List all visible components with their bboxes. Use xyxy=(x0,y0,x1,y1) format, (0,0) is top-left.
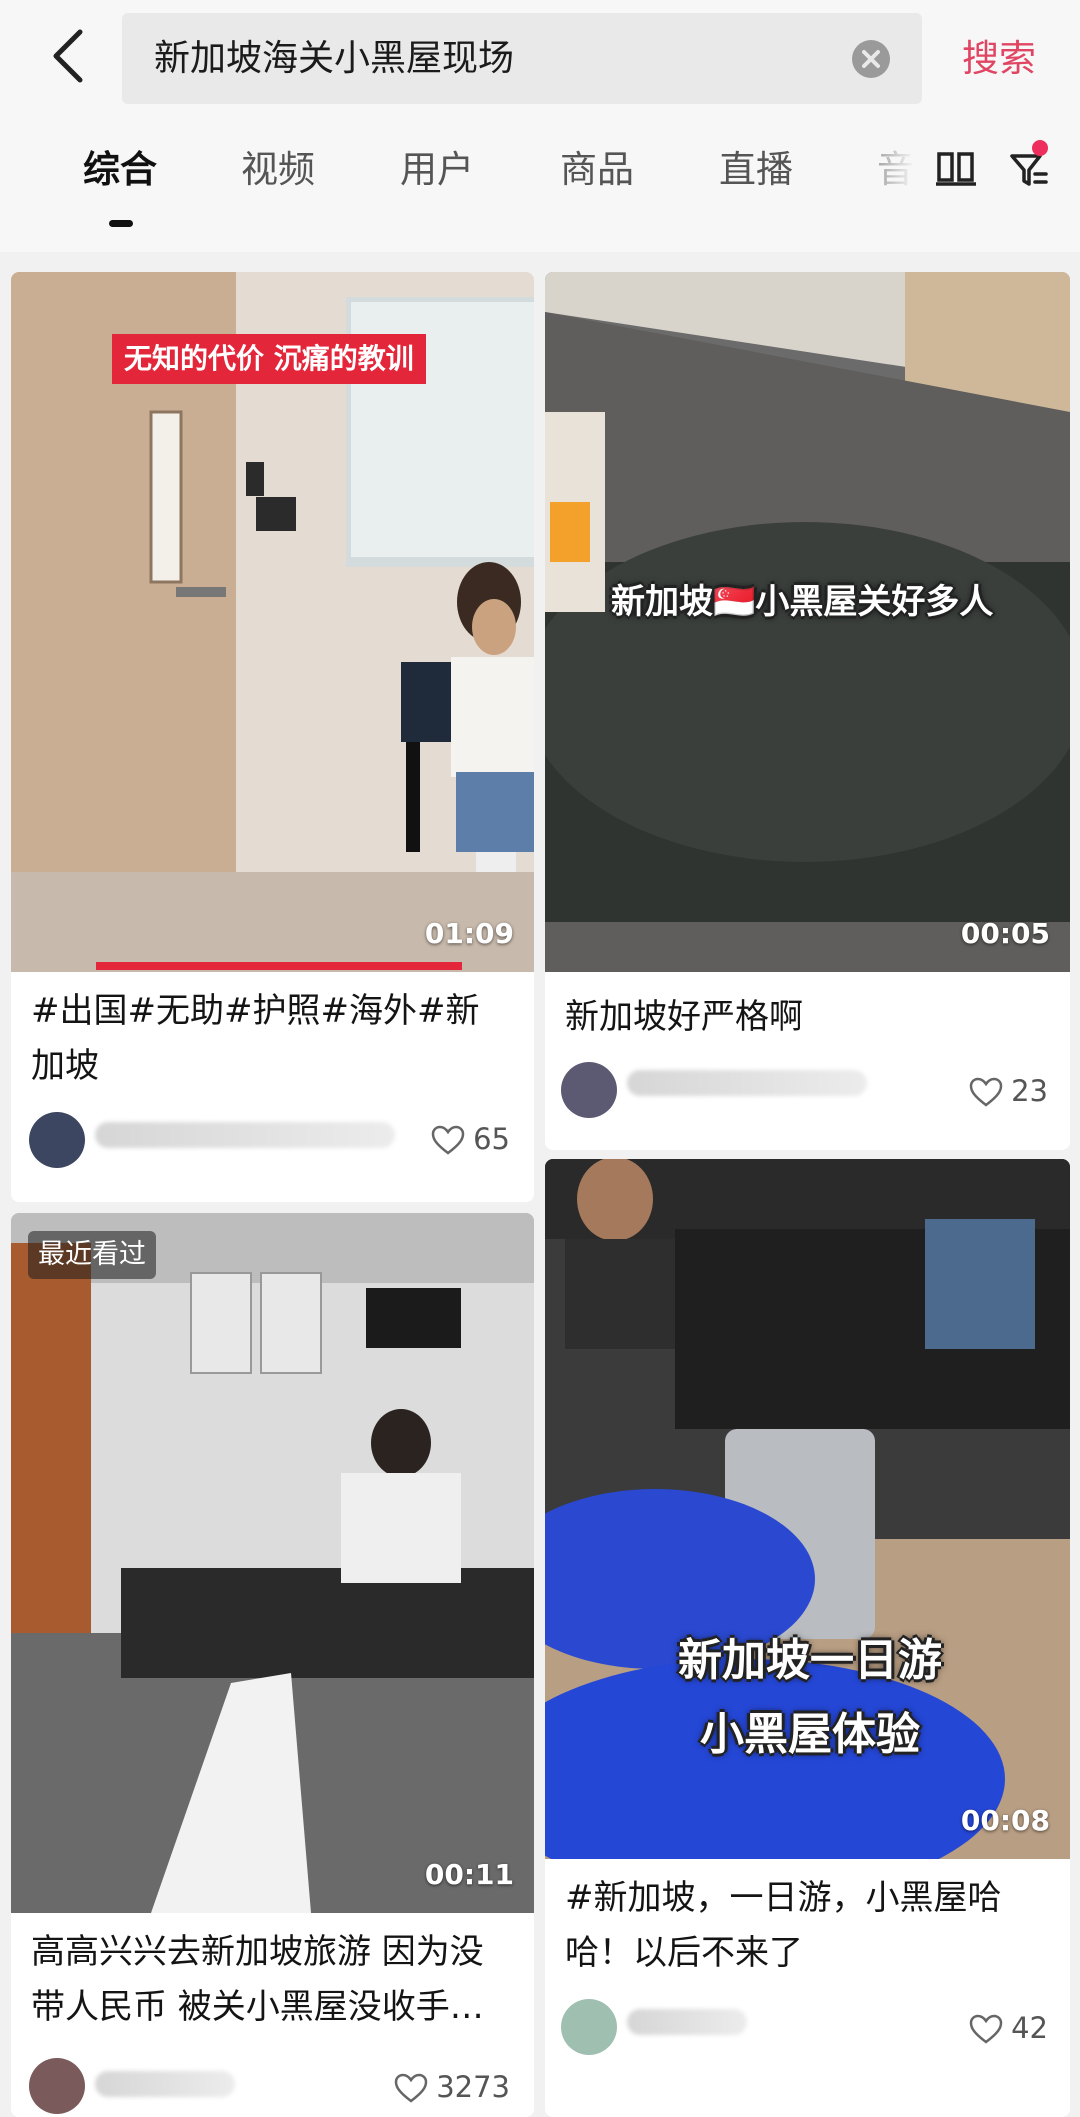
video-title[interactable]: 高高兴兴去新加坡旅游 因为没带人民币 被关小黑屋没收手… xyxy=(31,1925,510,2035)
like-count-value: 42 xyxy=(1011,2011,1048,2045)
like-count[interactable]: 65 xyxy=(431,1122,510,1156)
tab-fade xyxy=(840,132,940,212)
clear-icon[interactable] xyxy=(852,40,890,78)
like-count[interactable]: 42 xyxy=(969,2011,1048,2045)
like-count-value: 3273 xyxy=(436,2070,510,2104)
video-title[interactable]: 新加坡好严格啊 xyxy=(565,990,1046,1045)
video-card[interactable]: 新加坡一日游 小黑屋体验 00:08 #新加坡，一日游，小黑屋哈哈！以后不来了 … xyxy=(545,1159,1070,2117)
author-name-blurred xyxy=(95,2071,235,2097)
like-count-value: 65 xyxy=(473,1122,510,1156)
tab-users[interactable]: 用户 xyxy=(400,148,474,192)
video-overlay-caption: 无知的代价 沉痛的教训 xyxy=(112,334,426,384)
search-query[interactable]: 新加坡海关小黑屋现场 xyxy=(154,13,514,104)
top-bar: 新加坡海关小黑屋现场 搜索 xyxy=(0,0,1080,112)
video-title[interactable]: #出国#无助#护照#海外#新加坡 xyxy=(31,984,510,1094)
video-card[interactable]: 最近看过 00:11 高高兴兴去新加坡旅游 因为没带人民币 被关小黑屋没收手… … xyxy=(11,1213,534,2117)
search-input[interactable]: 新加坡海关小黑屋现场 xyxy=(122,13,922,104)
author-name-blurred xyxy=(95,1122,395,1148)
author-name-blurred xyxy=(627,2009,747,2035)
author-name-blurred xyxy=(627,1070,867,1096)
video-overlay-caption: 新加坡一日游 小黑屋体验 xyxy=(645,1624,975,1772)
overlay-line-2: 小黑屋体验 xyxy=(700,1709,920,1760)
grid-view-icon[interactable] xyxy=(936,150,976,186)
heart-icon xyxy=(969,2014,1003,2044)
video-overlay-caption: 新加坡🇸🇬小黑屋关好多人 xyxy=(611,582,994,622)
video-card[interactable]: 新加坡🇸🇬小黑屋关好多人 00:05 新加坡好严格啊 23 xyxy=(545,272,1070,1150)
like-count[interactable]: 3273 xyxy=(394,2070,510,2104)
back-arrow-icon[interactable] xyxy=(44,26,100,86)
avatar[interactable] xyxy=(561,1062,617,1118)
notification-dot xyxy=(1032,140,1048,156)
tab-comprehensive[interactable]: 综合 xyxy=(83,148,157,192)
video-thumbnail[interactable] xyxy=(11,1213,534,1913)
search-button[interactable]: 搜索 xyxy=(962,0,1036,118)
overlay-line-1: 新加坡一日游 xyxy=(678,1635,942,1686)
category-tabs: 综合 视频 用户 商品 直播 音 xyxy=(0,112,1080,252)
active-tab-indicator xyxy=(109,220,133,227)
tab-live[interactable]: 直播 xyxy=(719,148,793,192)
watch-progress-bar xyxy=(96,962,462,970)
video-card[interactable]: 无知的代价 沉痛的教训 01:09 #出国#无助#护照#海外#新加坡 65 xyxy=(11,272,534,1202)
tab-video[interactable]: 视频 xyxy=(241,148,315,192)
like-count-value: 23 xyxy=(1011,1074,1048,1108)
heart-icon xyxy=(431,1125,465,1155)
heart-icon xyxy=(394,2073,428,2103)
avatar[interactable] xyxy=(561,1999,617,2055)
video-duration: 01:09 xyxy=(424,917,514,950)
video-title[interactable]: #新加坡，一日游，小黑屋哈哈！以后不来了 xyxy=(565,1871,1046,1981)
heart-icon xyxy=(969,1077,1003,1107)
tab-products[interactable]: 商品 xyxy=(560,148,634,192)
recently-watched-badge: 最近看过 xyxy=(28,1231,156,1279)
video-duration: 00:11 xyxy=(424,1858,514,1891)
avatar[interactable] xyxy=(29,1112,85,1168)
like-count[interactable]: 23 xyxy=(969,1074,1048,1108)
filter-icon[interactable] xyxy=(1008,148,1052,190)
video-duration: 00:05 xyxy=(960,917,1050,950)
video-duration: 00:08 xyxy=(960,1804,1050,1837)
avatar[interactable] xyxy=(29,2058,85,2114)
